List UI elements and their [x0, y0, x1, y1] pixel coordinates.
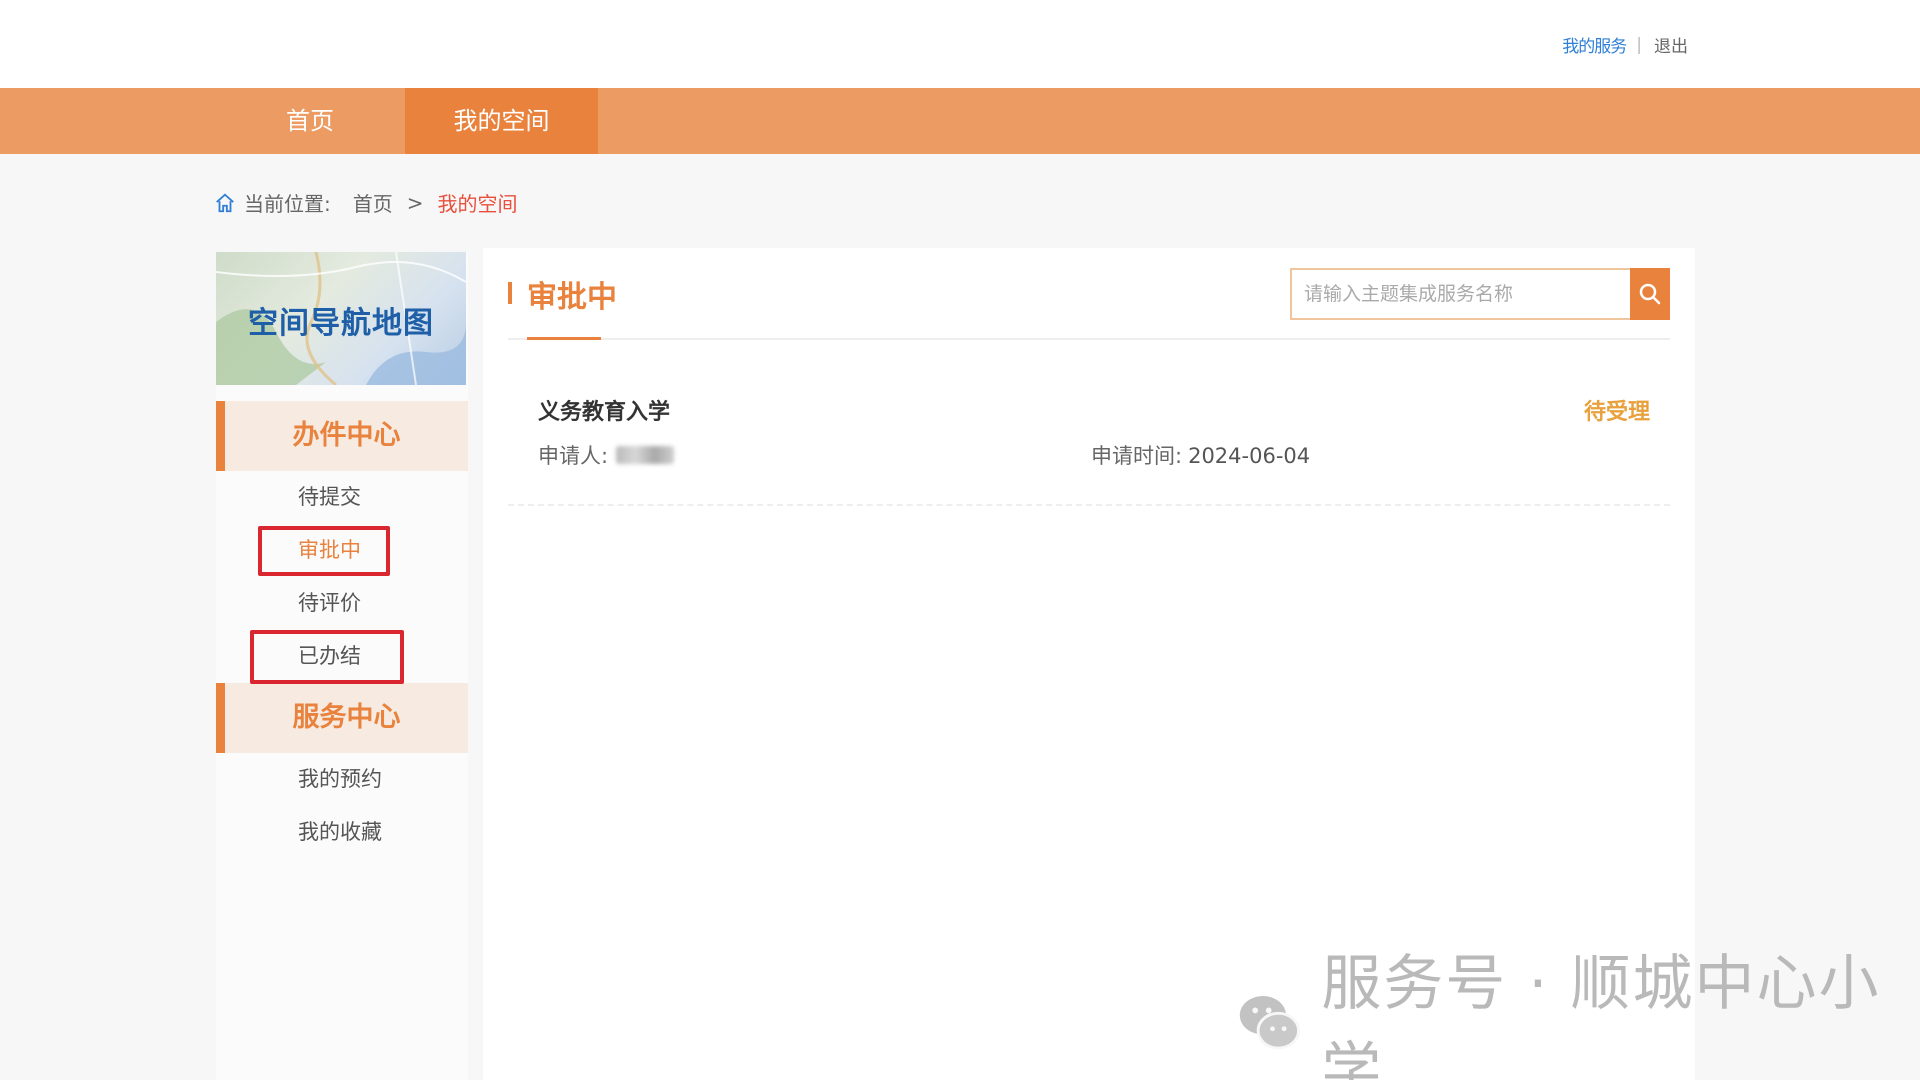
search-input[interactable] — [1290, 268, 1630, 320]
wechat-icon — [1239, 995, 1301, 1050]
sidebar-item-completed[interactable]: 已办结 — [216, 630, 468, 684]
space-map-banner[interactable]: 空间导航地图 — [216, 252, 466, 385]
service-center-header[interactable]: 服务中心 — [216, 683, 468, 753]
top-links: 我的服务 | 退出 — [1562, 32, 1688, 58]
separator: | — [1636, 34, 1642, 55]
highlight-box — [250, 630, 404, 684]
logout-link[interactable]: 退出 — [1654, 32, 1688, 57]
panel-header: 审批中 — [508, 248, 1670, 340]
sidebar-item-my-favorites[interactable]: 我的收藏 — [216, 806, 468, 859]
search-button[interactable] — [1630, 268, 1670, 320]
sidebar-item-in-approval[interactable]: 审批中 — [216, 524, 468, 577]
sidebar-item-to-evaluate[interactable]: 待评价 — [216, 577, 468, 630]
record-time: 申请时间: 2024-06-04 — [1091, 440, 1310, 470]
breadcrumb-current: 我的空间 — [437, 192, 518, 216]
sidebar: 空间导航地图 办件中心 待提交 审批中 待评价 已办结 服务中心 我的预约 我的… — [216, 252, 468, 1080]
watermark-text: 服务号 · 顺城中心小学 — [1321, 949, 1881, 1080]
status-badge: 待受理 — [1583, 400, 1650, 425]
highlight-box — [258, 526, 390, 576]
sidebar-item-label: 我的收藏 — [298, 820, 382, 844]
applicant-name-redacted — [616, 446, 675, 464]
sidebar-item-label: 待评价 — [298, 591, 361, 615]
record-applicant: 申请人: — [538, 440, 675, 470]
watermark: 服务号 · 顺城中心小学 — [1234, 935, 1920, 1080]
top-bar: 我的服务 | 退出 — [0, 0, 1920, 88]
breadcrumb-arrow: > — [406, 190, 424, 215]
sidebar-item-my-appointments[interactable]: 我的预约 — [216, 753, 468, 806]
home-icon — [216, 193, 234, 212]
applicant-label: 申请人: — [538, 444, 609, 468]
sidebar-item-to-submit[interactable]: 待提交 — [216, 471, 468, 524]
time-value: 2024-06-04 — [1188, 444, 1311, 468]
search-icon — [1639, 283, 1661, 305]
search-box — [1290, 268, 1670, 320]
page-title: 审批中 — [527, 280, 617, 315]
sidebar-item-label: 我的预约 — [298, 767, 382, 791]
main-nav: 首页 我的空间 — [0, 88, 1920, 154]
nav-home[interactable]: 首页 — [230, 88, 390, 154]
list-item[interactable]: 义务教育入学 待受理 申请人: 申请时间: 2024-06-04 — [508, 378, 1670, 506]
breadcrumb: 当前位置: 首页 > 我的空间 — [214, 188, 518, 217]
breadcrumb-home[interactable]: 首页 — [353, 188, 393, 217]
breadcrumb-label: 当前位置: — [244, 192, 331, 216]
user-link[interactable]: 我的服务 — [1562, 32, 1627, 57]
sidebar-item-label: 待提交 — [298, 485, 361, 509]
map-title: 空间导航地图 — [248, 306, 434, 341]
title-underline — [527, 337, 601, 340]
time-label: 申请时间: — [1091, 444, 1183, 468]
office-center-header[interactable]: 办件中心 — [216, 401, 468, 471]
nav-my-space[interactable]: 我的空间 — [405, 88, 598, 154]
record-title: 义务教育入学 — [538, 400, 671, 425]
title-accent-bar — [508, 282, 512, 304]
